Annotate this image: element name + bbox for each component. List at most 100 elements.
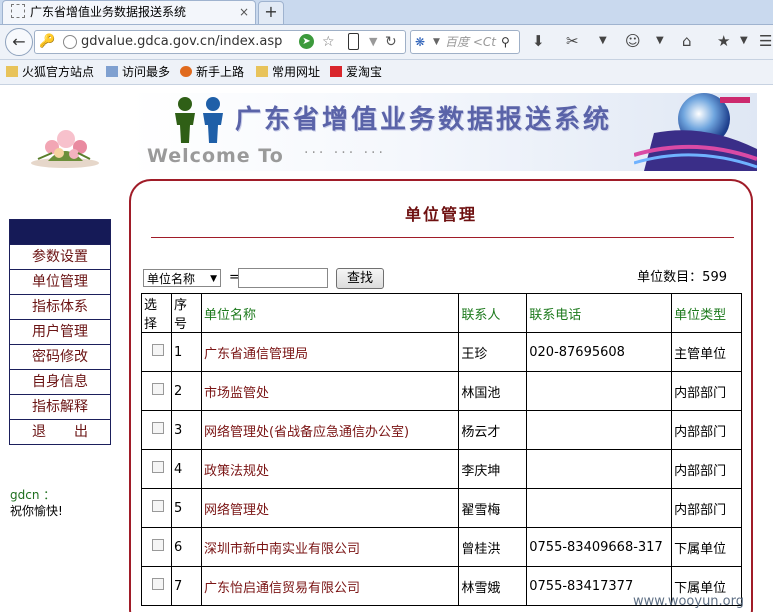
download-icon[interactable]: ⬇ [532, 31, 545, 51]
number-cell: 6 [170, 527, 202, 567]
addon-dropdown-icon[interactable]: ▼ [656, 31, 664, 51]
firefox-icon [180, 66, 192, 77]
row-checkbox[interactable] [152, 539, 164, 551]
screenshot-dropdown-icon[interactable]: ▼ [599, 31, 607, 51]
chevron-down-icon: ▼ [210, 274, 217, 284]
back-button[interactable]: ← [5, 28, 33, 56]
search-icon[interactable]: ⚲ [501, 31, 510, 53]
bookmark-item[interactable]: 爱淘宝 [330, 60, 382, 84]
unit-count: 单位数目：599 [637, 270, 727, 285]
menu-icon[interactable]: ☰ [759, 31, 772, 51]
reload-icon[interactable]: ↻ [385, 31, 397, 53]
column-header-unit-name: 单位名称 [200, 293, 460, 333]
unit-name-link[interactable]: 政策法规处 [200, 449, 460, 489]
addon-icon[interactable]: ☺ [625, 31, 641, 51]
sidebar-item-user-management[interactable]: 用户管理 [10, 319, 110, 344]
url-text[interactable]: gdvalue.gdca.gov.cn/index.asp [81, 31, 282, 53]
phone-cell: 020-87695608 [526, 332, 673, 372]
row-checkbox[interactable] [152, 500, 164, 512]
page-title: 单位管理 [404, 205, 477, 224]
find-button[interactable]: 查找 [336, 268, 384, 289]
address-bar[interactable]: 🔑 gdvalue.gdca.gov.cn/index.asp ➤ ☆ ▼ ↻ [34, 30, 406, 54]
contact-cell: 林雪娥 [458, 566, 528, 606]
phone-cell: 0755-83409668-317 [526, 527, 673, 567]
select-cell [141, 449, 172, 489]
bookmarks-menu-icon[interactable]: ★ [717, 31, 730, 51]
new-tab-button[interactable]: + [258, 1, 284, 25]
unit-name-link[interactable]: 广东怡启通信贸易有限公司 [200, 566, 460, 606]
bookmark-item[interactable]: 常用网址 [256, 60, 320, 84]
navigation-bar: ← 🔑 gdvalue.gdca.gov.cn/index.asp ➤ ☆ ▼ … [0, 25, 773, 60]
browser-tab[interactable]: 广东省增值业务数据报送系统 × [2, 0, 256, 24]
row-checkbox[interactable] [152, 461, 164, 473]
column-header-phone: 联系电话 [526, 293, 673, 333]
globe-icon [63, 35, 77, 49]
sidebar-item-parameter-settings[interactable]: 参数设置 [10, 244, 110, 269]
unit-type-cell: 主管单位 [671, 332, 742, 372]
mobile-icon[interactable] [348, 33, 359, 50]
table-row: 5 网络管理处 翟雪梅 内部部门 [141, 488, 742, 528]
bookmark-item[interactable]: 新手上路 [180, 60, 244, 84]
contact-cell: 曾桂洪 [458, 527, 528, 567]
unit-type-cell: 内部部门 [671, 449, 742, 489]
number-cell: 3 [170, 410, 202, 450]
phone-cell [526, 410, 673, 450]
sidebar-item-change-password[interactable]: 密码修改 [10, 344, 110, 369]
sidebar-item-unit-management[interactable]: 单位管理 [10, 269, 110, 294]
bookmark-star-icon[interactable]: ☆ [322, 31, 335, 53]
sidebar-item-logout[interactable]: 退 出 [10, 419, 110, 444]
unit-name-link[interactable]: 网络管理处(省战备应急通信办公室) [200, 410, 460, 450]
select-cell [141, 410, 172, 450]
sidebar-item-indicator-system[interactable]: 指标体系 [10, 294, 110, 319]
key-icon: 🔑 [39, 34, 56, 49]
home-icon[interactable]: ⌂ [682, 31, 692, 51]
unit-name-link[interactable]: 市场监管处 [200, 371, 460, 411]
unit-name-link[interactable]: 深圳市新中南实业有限公司 [200, 527, 460, 567]
sidebar-item-own-info[interactable]: 自身信息 [10, 369, 110, 394]
table-row: 2 市场监管处 林国池 内部部门 [141, 371, 742, 411]
baidu-paw-icon: ❋ [415, 35, 426, 49]
keyword-input[interactable] [238, 268, 328, 288]
filter-field-select[interactable]: 单位名称 ▼ [143, 269, 221, 287]
row-checkbox[interactable] [152, 383, 164, 395]
filter-field-value: 单位名称 [147, 272, 196, 286]
search-box[interactable]: ❋ ▼ 百度 <Ct ⚲ [410, 30, 520, 54]
bookmark-item[interactable]: 访问最多 [106, 60, 170, 84]
banner-dots: ··· ··· ··· [304, 145, 386, 161]
search-engine-dropdown-icon[interactable]: ▼ [433, 31, 440, 53]
flower-decoration-icon [31, 130, 99, 168]
url-dropdown-icon[interactable]: ▼ [369, 31, 377, 53]
screenshot-icon[interactable]: ✂ [566, 31, 579, 51]
bookmarks-bar: 火狐官方站点 访问最多 新手上路 常用网址 爱淘宝 [0, 60, 773, 85]
search-placeholder[interactable]: 百度 <Ct [445, 31, 496, 53]
tab-title: 广东省增值业务数据报送系统 [30, 5, 187, 19]
folder-icon [6, 66, 18, 77]
select-cell [141, 371, 172, 411]
contact-cell: 林国池 [458, 371, 528, 411]
unit-type-cell: 内部部门 [671, 488, 742, 528]
bookmarks-dropdown-icon[interactable]: ▼ [740, 31, 748, 51]
row-checkbox[interactable] [152, 344, 164, 356]
unit-name-link[interactable]: 网络管理处 [200, 488, 460, 528]
sidebar-item-indicator-explanation[interactable]: 指标解释 [10, 394, 110, 419]
units-table: 选择 序号 单位名称 联系人 联系电话 单位类型 1 广东省通信管理局 王珍 0… [141, 293, 742, 606]
banner-title: 广东省增值业务数据报送系统 [235, 105, 613, 135]
row-checkbox[interactable] [152, 422, 164, 434]
unit-name-link[interactable]: 广东省通信管理局 [200, 332, 460, 372]
tab-close-icon[interactable]: × [239, 1, 249, 23]
search-toolbar: 单位名称 ▼ = 查找 单位数目：599 [143, 267, 739, 291]
people-logo-icon [175, 97, 223, 143]
watermark: www.wooyun.org [633, 594, 745, 609]
row-checkbox[interactable] [152, 578, 164, 590]
contact-cell: 李庆坤 [458, 449, 528, 489]
folder-icon [256, 66, 268, 77]
greeting-message: 祝你愉快! [10, 504, 63, 518]
greeting: gdcn ： 祝你愉快! [10, 487, 63, 519]
taobao-icon [330, 66, 342, 77]
phone-cell [526, 488, 673, 528]
table-row: 3 网络管理处(省战备应急通信办公室) 杨云才 内部部门 [141, 410, 742, 450]
go-arrow-icon[interactable]: ➤ [299, 34, 314, 49]
bookmark-item[interactable]: 火狐官方站点 [6, 60, 94, 84]
table-row: 1 广东省通信管理局 王珍 020-87695608 主管单位 [141, 332, 742, 372]
column-header-contact: 联系人 [458, 293, 528, 333]
